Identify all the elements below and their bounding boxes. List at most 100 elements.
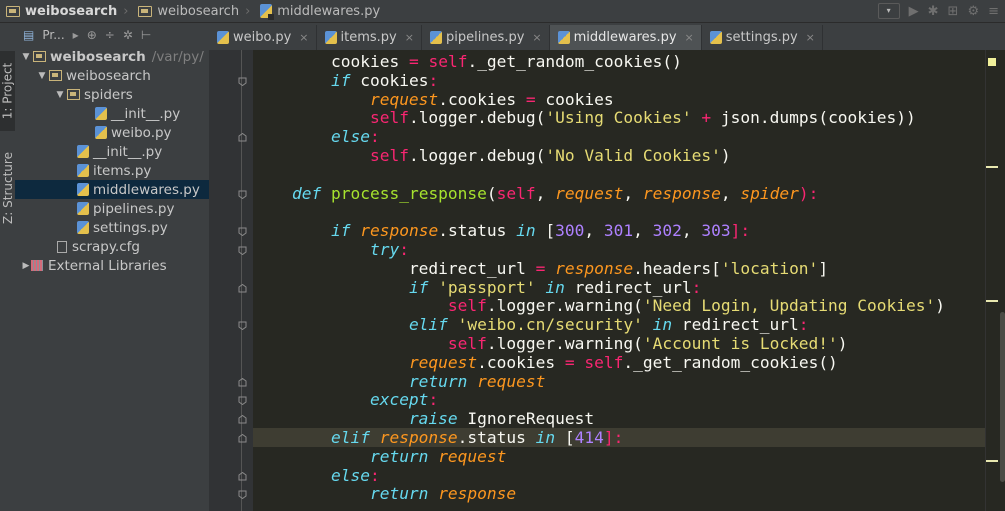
code-line[interactable]: return request — [253, 372, 985, 391]
expand-arrow-icon[interactable]: ▼ — [21, 52, 31, 62]
coverage-icon[interactable]: ⊞ — [948, 4, 959, 19]
operator: = — [564, 352, 575, 372]
breadcrumb-item[interactable]: weibosearch › — [0, 0, 132, 23]
fold-start-icon[interactable] — [238, 321, 247, 331]
fold-end-icon[interactable] — [238, 434, 247, 443]
tree-item[interactable]: ▶ External Libraries — [15, 256, 215, 275]
code-line[interactable]: raise IgnoreRequest — [253, 409, 985, 428]
close-icon[interactable]: × — [405, 31, 414, 44]
code-line[interactable]: cookies = self._get_random_cookies() — [253, 52, 985, 71]
keyword: try — [369, 240, 400, 259]
expand-arrow-icon[interactable]: ▼ — [55, 90, 65, 100]
code-line[interactable]: request.cookies = self._get_random_cooki… — [253, 353, 985, 372]
keyword: raise — [408, 409, 458, 429]
debug-icon[interactable]: ✱ — [928, 4, 939, 19]
close-icon[interactable]: × — [806, 31, 815, 44]
fold-start-icon[interactable] — [238, 490, 247, 500]
inspection-status-icon[interactable] — [988, 58, 996, 66]
code-line[interactable]: try: — [253, 240, 985, 259]
operator: . — [759, 108, 770, 128]
fold-end-icon[interactable] — [238, 377, 247, 387]
code-line[interactable]: except: — [253, 390, 985, 409]
code-line[interactable]: if cookies: — [253, 71, 985, 90]
run-icon[interactable]: ▶ — [909, 4, 919, 19]
editor-tab-bar: weibo.py × items.py × pipelines.py × middlewar… — [209, 23, 1005, 51]
identifier: logger — [496, 334, 556, 353]
code-line[interactable]: redirect_url = response.headers['locatio… — [253, 259, 985, 278]
editor-tab[interactable]: pipelines.py × — [422, 25, 550, 50]
library-icon — [31, 260, 43, 271]
close-icon[interactable]: × — [685, 31, 694, 44]
code-line[interactable]: self.logger.debug('Using Cookies' + json… — [253, 108, 985, 127]
fold-end-icon[interactable] — [238, 415, 247, 424]
code-editor[interactable]: cookies = self._get_random_cookies() if … — [253, 50, 985, 511]
parameter: response — [438, 484, 517, 504]
code-line[interactable]: if response.status in [300, 301, 302, 30… — [253, 221, 985, 240]
change-marker[interactable] — [986, 166, 998, 168]
python-file-icon — [77, 145, 89, 158]
project-view-icon[interactable]: ▤ — [23, 28, 34, 42]
editor-tab[interactable]: weibo.py × — [209, 25, 317, 50]
change-marker[interactable] — [986, 460, 998, 462]
expand-arrow-icon[interactable]: ▼ — [37, 71, 47, 81]
code-line[interactable]: request.cookies = cookies — [253, 90, 985, 109]
code-line[interactable]: else: — [253, 466, 985, 485]
collapse-icon[interactable]: ÷ — [105, 28, 115, 42]
editor-tab[interactable]: middlewares.py × — [549, 25, 702, 50]
project-tool-window-tab[interactable]: 1: Project — [0, 51, 15, 131]
code-line[interactable]: self.logger.warning('Account is Locked!'… — [253, 334, 985, 353]
structure-tool-window-tab[interactable]: Z: Structure — [0, 148, 15, 228]
dropdown-icon[interactable]: ▸ — [73, 28, 79, 42]
project-panel: ▤ Pr... ▸ ⊕ ÷ ✲ ⊢ ▼ weibosearch/var/py/▼ w… — [15, 23, 271, 511]
folder-icon — [6, 5, 20, 17]
code-line[interactable]: return request — [253, 447, 985, 466]
gear-icon[interactable]: ✲ — [123, 28, 133, 42]
run-config-dropdown[interactable]: ▾ — [877, 3, 900, 19]
vertical-scrollbar[interactable] — [1000, 312, 1005, 482]
number-literal: 414 — [574, 428, 604, 447]
operator: [ — [711, 258, 721, 278]
identifier: cookies — [828, 108, 897, 128]
fold-start-icon[interactable] — [238, 190, 247, 199]
fold-start-icon[interactable] — [238, 77, 247, 86]
operator: = — [525, 89, 536, 109]
code-line[interactable]: self.logger.warning('Need Login, Updatin… — [253, 296, 985, 315]
fold-start-icon[interactable] — [238, 227, 247, 237]
fold-end-icon[interactable] — [238, 133, 247, 142]
editor-tab[interactable]: items.py × — [317, 25, 422, 50]
tree-item[interactable]: ▼ weibosearch/var/py/ — [15, 47, 215, 66]
hide-icon[interactable]: ⊢ — [141, 28, 151, 42]
fold-end-icon[interactable] — [238, 471, 247, 481]
code-line[interactable]: elif response.status in [414]: — [253, 428, 985, 447]
close-icon[interactable]: × — [299, 31, 308, 44]
fold-start-icon[interactable] — [238, 246, 247, 255]
code-line[interactable]: self.logger.debug('No Valid Cookies') — [253, 146, 985, 165]
code-line[interactable] — [253, 165, 985, 184]
breadcrumb-item[interactable]: weibosearch › — [132, 0, 254, 23]
code-line[interactable]: return response — [253, 484, 985, 503]
code-line[interactable]: if 'passport' in redirect_url: — [253, 278, 985, 297]
fold-start-icon[interactable] — [238, 396, 247, 406]
code-line[interactable]: else: — [253, 127, 985, 146]
settings-icon[interactable]: ⚙ — [967, 4, 979, 19]
editor-tab[interactable]: settings.py × — [702, 25, 823, 50]
code-line[interactable] — [253, 202, 985, 221]
breadcrumb-item[interactable]: middlewares.py — [254, 0, 384, 23]
code-line[interactable]: elif 'weibo.cn/security' in redirect_url… — [253, 315, 985, 334]
code-line[interactable]: def process_response(self, request, resp… — [253, 184, 985, 203]
python-file-icon — [217, 31, 229, 44]
change-marker[interactable] — [986, 300, 998, 302]
collapse-arrow-icon[interactable]: ▶ — [21, 261, 31, 271]
fold-end-icon[interactable] — [238, 283, 247, 293]
close-icon[interactable]: × — [532, 31, 541, 44]
structure-icon[interactable]: ≡ — [988, 4, 999, 19]
project-view-selector[interactable]: Pr... — [42, 28, 64, 42]
target-icon[interactable]: ⊕ — [87, 28, 97, 42]
tree-item[interactable]: ▼ weibosearch — [15, 66, 231, 85]
